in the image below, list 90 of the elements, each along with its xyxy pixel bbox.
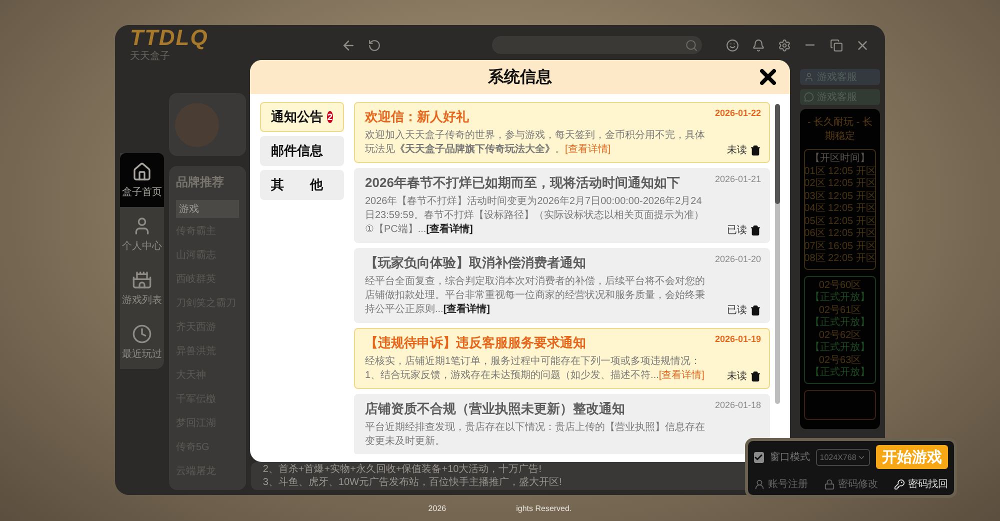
message-title: 2026年春节不打烊已如期而至，现将活动时间通知如下	[365, 174, 680, 192]
face-button[interactable]	[724, 37, 740, 53]
schedule-text: 01区 12:05 开区	[804, 166, 876, 178]
read-status: 未读	[727, 370, 747, 383]
copyright-text: ights Reserved.	[516, 504, 572, 513]
nav-item[interactable]: 盒子首页	[120, 153, 164, 207]
details-link[interactable]: [查看详情]	[443, 304, 490, 315]
person-icon	[804, 72, 814, 82]
message-title: 【玩家负向体验】取消补偿消费者通知	[365, 254, 586, 272]
schedule-text: 08区 22:05 开区	[804, 253, 876, 266]
message-body: 经核实，店铺近期1笔订单，服务过程中可能存在下列一项或多项违规情况：1、结合玩家反馈，游戏存在未达预期的问题（如少发、描述不符...[查看详情]	[365, 355, 706, 383]
tab[interactable]: 其 他	[260, 170, 344, 200]
message-card[interactable]: 2026年春节不打烊已如期而至，现将活动时间通知如下 2026-01-21 2026年【春节不打烊】活动时间变更为2026年2月7日00:00:00-2026年2月24日23:59:59。春节不打烊【设标路径】（实际设标状态以相关页面提示为准）①【PC端】...[查看详情] 已读	[354, 168, 770, 243]
schedule-text: 05区 12:05 开区	[804, 216, 876, 228]
person-icon	[754, 478, 765, 490]
message-body: 经平台全面复查，综合判定取消本次对消费者的补偿，后续平台将不会对您的店铺做扣款处理。平台非常重视每一位商家的经营状况和服务质量，会始终秉持公平公正原则...[查看详情]	[365, 275, 706, 317]
home-icon	[132, 162, 152, 182]
search-field[interactable]	[492, 36, 702, 54]
message-date: 2026-01-20	[714, 254, 761, 264]
search-icon	[685, 38, 698, 52]
tab[interactable]: 通知公告 2	[260, 102, 344, 132]
nav-item[interactable]: 最近玩过	[120, 315, 164, 369]
account-link[interactable]: 账号注册	[754, 477, 808, 491]
delete-button[interactable]	[750, 370, 761, 382]
logo-subtitle: 天天盒子	[130, 50, 171, 63]
message-card[interactable]: 欢迎信：新人好礼 2026-01-22 欢迎加入天天盒子传奇的世界，参与游戏，每天签到，金币积分用不完，具体玩法见《天天盒子品牌旗下传奇玩法大全》。[查看详情] 未读	[354, 102, 770, 163]
refresh-button[interactable]	[366, 37, 382, 53]
message-card[interactable]: 店铺资质不合规（营业执照未更新）整改通知 2026-01-18 平台近期经排查发现，贵店存在以下情况：贵店上传的【营业执照】信息存在变更未及时更新。	[354, 394, 770, 454]
delete-button[interactable]	[750, 144, 761, 156]
delete-button[interactable]	[750, 304, 761, 316]
message-card[interactable]: 【玩家负向体验】取消补偿消费者通知 2026-01-20 经平台全面复查，综合判定取消本次对消费者的补偿，后续平台将不会对您的店铺做扣款处理。平台非常重视每一位商家的经营状况和服务质量，会始终秉持公平公正原则...[查看详情] 已读	[354, 248, 770, 323]
schedule-text: 04区 12:05 开区	[804, 203, 876, 216]
settings-button[interactable]	[776, 37, 792, 53]
column-header: 游戏	[176, 200, 239, 218]
message-title: 店铺资质不合规（营业执照未更新）整改通知	[365, 400, 625, 418]
checkbox[interactable]	[754, 452, 764, 462]
zone-name: 02号60区	[818, 280, 862, 292]
zone-name: 02号61区	[818, 304, 862, 316]
nav-item[interactable]: 游戏列表	[120, 261, 164, 315]
zone-status: 【正式开放】	[810, 342, 870, 354]
delete-button[interactable]	[750, 224, 761, 236]
message-title: 欢迎信：新人好礼	[365, 108, 469, 126]
schedule-text: 03区 12:05 开区	[804, 190, 876, 203]
checkbox-label: 窗口模式	[770, 450, 810, 464]
dialog-title: 系统信息	[488, 67, 552, 88]
panel-headline: - 长久耐玩 - 长期稳定	[806, 116, 874, 143]
resolution-select[interactable]: 1024X768	[816, 448, 870, 466]
promo-text: 3、斗鱼、虎牙、10W元广告发布站，百位快手主播推广，盛大开区!	[262, 476, 562, 489]
message-card[interactable]: 【违规待申诉】违反客服服务要求通知 2026-01-19 经核实，店铺近期1笔订单，服务过程中可能存在下列一项或多项违规情况：1、结合玩家反馈，游戏存在未达预期的问题（如少发、描述不符...[查看详情] 未读	[354, 328, 770, 389]
zone-status: 【正式开放】	[810, 292, 870, 304]
details-link[interactable]: [查看详情]	[426, 224, 473, 235]
message-date: 2026-01-21	[714, 174, 761, 184]
castle-icon	[132, 270, 152, 290]
message-date: 2026-01-19	[714, 334, 761, 344]
zone-name: 02号62区	[818, 330, 862, 342]
count-badge: 2	[327, 111, 333, 123]
start-button[interactable]: 开始游戏	[876, 445, 948, 469]
card-title: 品牌推荐	[176, 174, 225, 191]
account-link[interactable]: 密码找回	[894, 477, 948, 491]
lock-icon	[824, 478, 835, 490]
zone-name: 02号63区	[818, 354, 862, 366]
notification-button[interactable]	[750, 37, 766, 53]
schedule-text: 02区 12:05 开区	[804, 178, 876, 190]
scrollbar[interactable]	[775, 104, 780, 404]
schedule-text: 07区 16:05 开区	[804, 240, 876, 253]
zone-status: 【正式开放】	[810, 317, 870, 330]
schedule-text: 06区 12:05 开区	[804, 228, 876, 240]
copyright-text: 2026	[428, 504, 446, 513]
zone-status: 【正式开放】	[810, 367, 870, 380]
nav-item[interactable]: 个人中心	[120, 207, 164, 261]
account-link[interactable]: 密码修改	[824, 477, 878, 491]
message-body: 平台近期经排查发现，贵店存在以下情况：贵店上传的【营业执照】信息存在变更未及时更新。	[365, 421, 706, 449]
schedule-title: 【开区时间】	[810, 153, 870, 166]
promo-text: 2、首杀+首爆+实物+永久回收+保值装备+10大活动，十万广告!	[262, 463, 542, 476]
logo: TTDLQ	[130, 27, 210, 49]
message-title: 【违规待申诉】违反客服服务要求通知	[365, 334, 586, 352]
clock-icon	[132, 324, 152, 344]
key-icon	[894, 478, 905, 490]
read-status: 已读	[727, 224, 747, 237]
details-link[interactable]: [查看详情]	[565, 144, 611, 155]
read-status: 未读	[727, 144, 747, 157]
chat-icon	[804, 92, 814, 102]
tab[interactable]: 邮件信息	[260, 136, 344, 166]
read-status: 已读	[727, 304, 747, 317]
message-body: 欢迎加入天天盒子传奇的世界，参与游戏，每天签到，金币积分用不完，具体玩法见《天天盒子品牌旗下传奇玩法大全》。[查看详情]	[365, 129, 706, 157]
message-date: 2026-01-22	[714, 108, 761, 118]
message-date: 2026-01-18	[714, 400, 761, 410]
details-link[interactable]: [查看详情]	[658, 370, 704, 381]
message-body: 2026年【春节不打烊】活动时间变更为2026年2月7日00:00:00-2026年2月24日23:59:59。春节不打烊【设标路径】（实际设标状态以相关页面提示为准）①【PC端】...[查看详情]	[365, 195, 705, 237]
restore-button[interactable]	[828, 37, 844, 53]
